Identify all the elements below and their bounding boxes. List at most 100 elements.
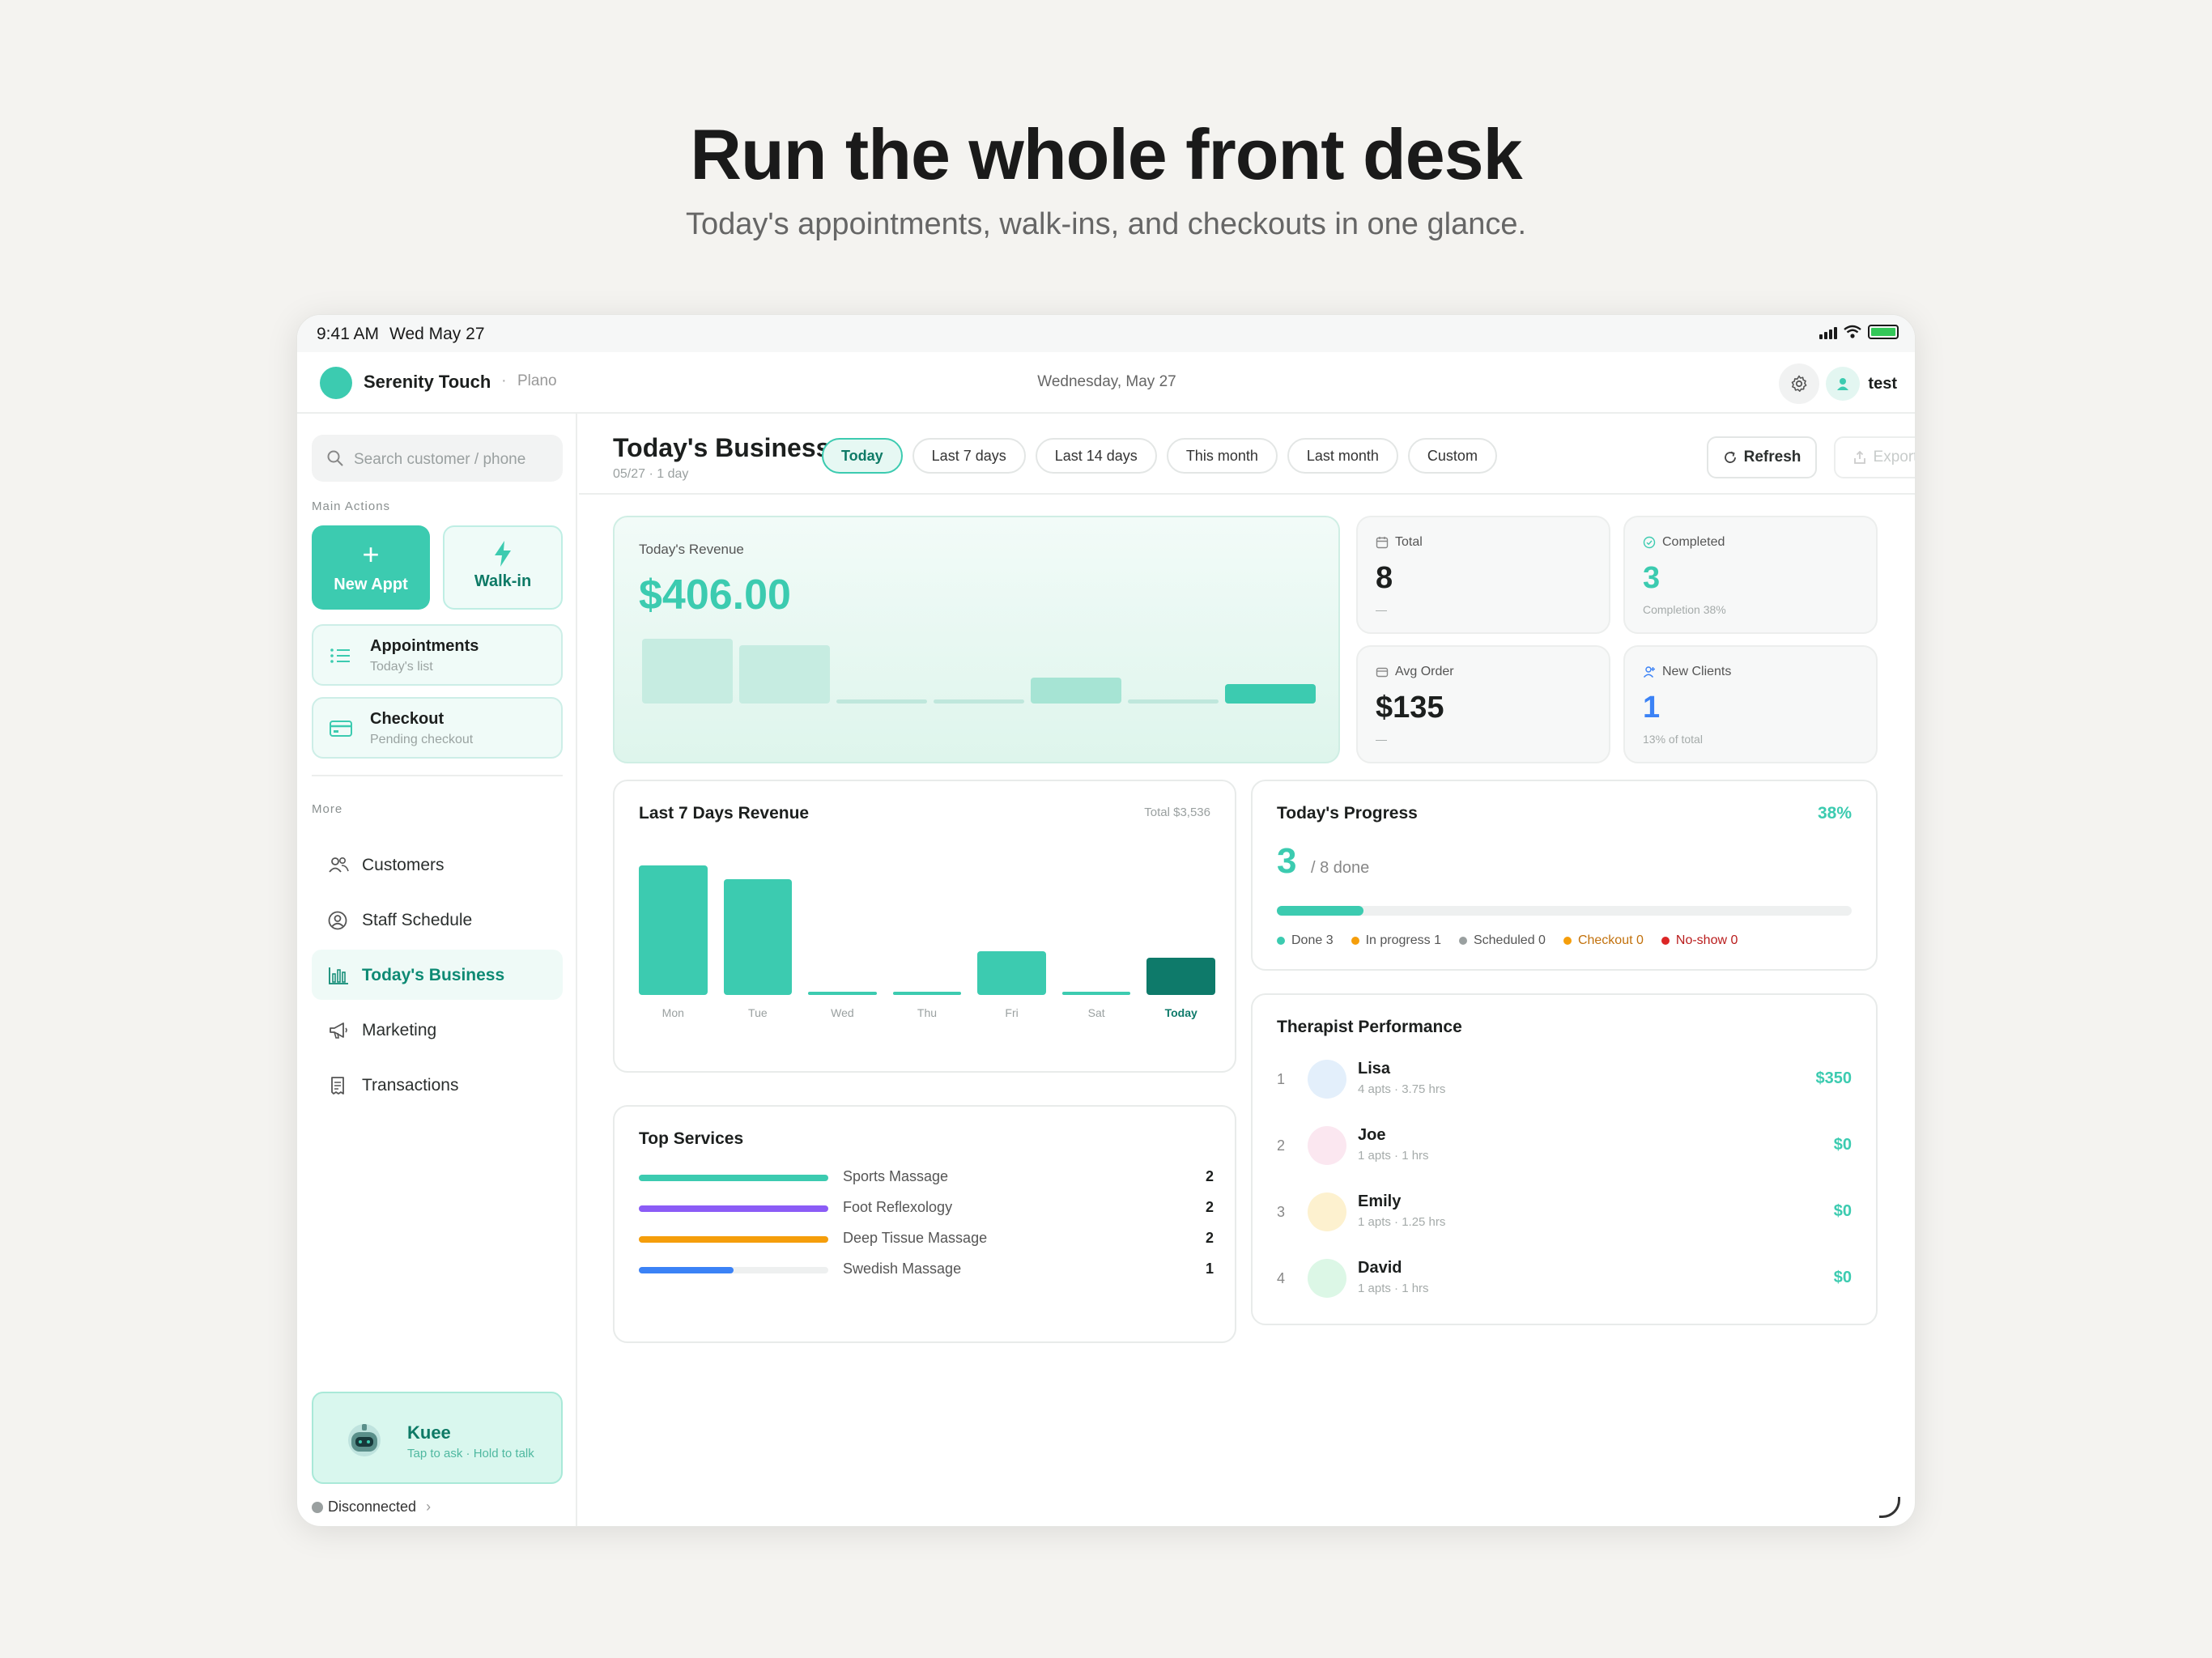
assistant-hint: Tap to ask · Hold to talk [407,1447,534,1460]
week-bar [1146,957,1215,995]
stat-card-completed: Completed 3 Completion 38% [1623,516,1878,634]
tablet-frame: 9:41 AM Wed May 27 Serenity Touch · Plan… [296,314,1916,1527]
main-actions-label: Main Actions [312,500,391,513]
week-bar-label: Fri [1005,1006,1019,1019]
search-input[interactable]: Search customer / phone [312,435,563,482]
stat-card-total: Total 8 — [1356,516,1610,634]
mini-bar [739,645,830,704]
sidebar-item-marketing[interactable]: Marketing [312,1005,563,1055]
legend-item: No-show 0 [1661,933,1738,948]
mini-bar [934,699,1024,704]
range-chip-this-month[interactable]: This month [1166,438,1278,474]
checkout-subtitle: Pending checkout [370,733,474,746]
connection-status[interactable]: Disconnected › [312,1499,431,1516]
service-bar-fill [639,1236,828,1243]
service-row: Sports Massage 2 [639,1167,1214,1188]
service-count: 2 [1205,1199,1214,1215]
therapist-meta: 1 apts · 1.25 hrs [1358,1215,1446,1229]
assistant-name: Kuee [407,1422,451,1443]
settings-button[interactable] [1779,363,1819,404]
range-chip-today[interactable]: Today [822,438,903,474]
refresh-label: Refresh [1743,449,1802,466]
sidebar-item-label: Customers [362,856,445,874]
therapist-rank: 2 [1277,1137,1286,1154]
main-content: Today's Business 05/27 · 1 day Today Las… [579,414,1916,1526]
legend-label: Done 3 [1291,933,1334,947]
service-bar-track [639,1205,828,1212]
appointments-card[interactable]: Appointments Today's list [312,624,563,686]
week-bar [723,879,793,995]
service-bar-track [639,1267,828,1273]
calendar-icon [1376,537,1389,549]
status-dot [312,1501,323,1513]
page-title: Today's Business [613,433,831,462]
todays-revenue-card: Today's Revenue $406.00 [613,516,1340,763]
therapist-meta: 4 apts · 3.75 hrs [1358,1082,1446,1096]
range-chip-last-14-days[interactable]: Last 14 days [1035,438,1157,474]
walk-in-button[interactable]: Walk-in [443,525,563,610]
service-count: 2 [1205,1168,1214,1184]
user-name[interactable]: test [1868,375,1897,393]
mini-bar [836,699,927,704]
service-row: Foot Reflexology 2 [639,1197,1214,1218]
legend-dot [1458,937,1467,945]
week-bar-label: Today [1164,1006,1197,1019]
hero-title: Run the whole front desk [690,114,1522,194]
new-appt-button[interactable]: + New Appt [312,525,430,610]
card-title: Today's Progress [1277,804,1418,823]
service-name: Swedish Massage [843,1261,962,1277]
search-placeholder: Search customer / phone [354,451,526,468]
sidebar-item-customers[interactable]: Customers [312,840,563,890]
mini-bar [1128,699,1219,704]
sidebar-item-transactions[interactable]: Transactions [312,1060,563,1110]
assistant-button[interactable]: Kuee Tap to ask · Hold to talk [312,1392,563,1484]
therapist-row[interactable]: 4 David 1 apts · 1 hrs $0 [1277,1254,1852,1303]
card-title: Therapist Performance [1277,1018,1462,1036]
stat-footer: 13% of total [1643,733,1703,746]
export-label: Export [1873,449,1916,466]
range-chip-custom[interactable]: Custom [1407,438,1497,474]
sidebar-item-label: Marketing [362,1021,437,1039]
sidebar-item-todays-business[interactable]: Today's Business [312,950,563,1000]
service-bar-track [639,1236,828,1243]
progress-done-count: 3 [1277,841,1297,881]
sidebar: Search customer / phone Main Actions + N… [297,414,577,1526]
user-avatar[interactable] [1826,367,1860,401]
top-services-card: Top Services Sports Massage 2 Foot Reflexo… [613,1105,1236,1343]
status-time: 9:41 AM [317,325,380,343]
card-title: Last 7 Days Revenue [639,804,810,823]
mini-bar [1031,678,1121,704]
therapist-meta: 1 apts · 1 hrs [1358,1149,1429,1163]
stat-card-new-clients: New Clients 1 13% of total [1623,645,1878,763]
week-bar [977,951,1046,995]
users-icon [329,857,349,873]
week-bar [808,992,877,995]
signal-icon [1819,325,1837,339]
new-appt-label: New Appt [334,576,408,593]
app-bar: Serenity Touch · Plano Wednesday, May 27… [297,352,1915,414]
appointments-title: Appointments [370,637,479,655]
checkout-card[interactable]: Checkout Pending checkout [312,697,563,759]
avatar [1308,1126,1346,1165]
export-button[interactable]: Export [1834,436,1916,478]
therapist-row[interactable]: 2 Joe 1 apts · 1 hrs $0 [1277,1121,1852,1170]
card-icon [330,721,352,737]
range-chip-last-7-days[interactable]: Last 7 days [912,438,1026,474]
therapist-row[interactable]: 1 Lisa 4 apts · 3.75 hrs $350 [1277,1055,1852,1103]
robot-icon [348,1424,381,1456]
sidebar-item-staff-schedule[interactable]: Staff Schedule [312,895,563,945]
refresh-button[interactable]: Refresh [1707,436,1817,478]
bar-chart-icon [329,967,348,984]
service-name: Sports Massage [843,1168,949,1184]
range-chip-last-month[interactable]: Last month [1287,438,1398,474]
chevron-right-icon: › [426,1499,432,1515]
therapist-amount: $350 [1815,1069,1853,1087]
stat-value: 1 [1643,691,1661,725]
export-icon [1853,450,1865,464]
card-title: Top Services [639,1129,744,1148]
service-count: 2 [1205,1230,1214,1246]
service-name: Foot Reflexology [843,1199,953,1215]
therapist-row[interactable]: 3 Emily 1 apts · 1.25 hrs $0 [1277,1188,1852,1236]
walk-in-label: Walk-in [474,572,532,590]
stat-footer: — [1376,603,1387,616]
